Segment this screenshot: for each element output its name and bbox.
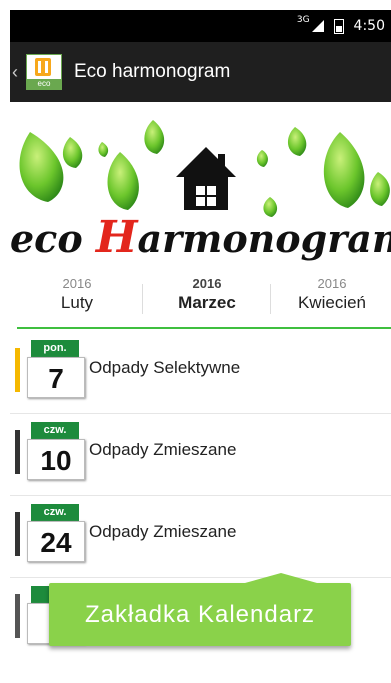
- leaf-shape: [287, 127, 307, 156]
- app-icon-text: eco: [27, 79, 61, 89]
- leaf-shape: [144, 120, 165, 154]
- action-bar: ‹ eco Eco harmonogram: [10, 42, 391, 102]
- tab-month-previous[interactable]: 2016 Luty: [17, 276, 137, 313]
- category-color-bar: [15, 512, 20, 556]
- month-tabs: 2016 Luty 2016 Marzec 2016 Kwiecień: [17, 276, 391, 328]
- tab-underline: [17, 327, 391, 329]
- clock: 4:50: [353, 18, 385, 34]
- category-color-bar: [15, 348, 20, 392]
- battery-icon: [333, 18, 344, 34]
- signal-icon: [311, 20, 324, 32]
- house-icon: [176, 147, 236, 210]
- tooltip-callout: Zakładka Kalendarz: [49, 573, 351, 646]
- list-item[interactable]: czw. 24 Odpady Zmieszane: [10, 495, 391, 578]
- tab-divider: [270, 284, 271, 314]
- leaf-shape: [256, 150, 268, 167]
- tab-month-current[interactable]: 2016 Marzec: [147, 276, 267, 313]
- leaf-shape: [62, 137, 83, 168]
- list-item[interactable]: czw. 10 Odpady Zmieszane: [10, 413, 391, 496]
- tab-month-next[interactable]: 2016 Kwiecień: [272, 276, 391, 313]
- eco-harmonogram-logo: eco Harmonogram: [10, 212, 391, 263]
- leaf-shape: [98, 142, 109, 157]
- list-item[interactable]: pon. 7 Odpady Selektywne: [10, 331, 391, 414]
- event-label: Odpady Zmieszane: [89, 522, 237, 541]
- calendar-date-icon: czw. 24: [27, 504, 85, 562]
- leaf-shape: [107, 152, 139, 210]
- leaf-shape: [323, 132, 365, 208]
- app-logo-icon[interactable]: eco: [26, 54, 62, 90]
- calendar-date-icon: pon. 7: [27, 340, 85, 398]
- outer-margin: [0, 0, 391, 10]
- network-type: 3G: [296, 15, 310, 25]
- status-bar: 3G 4:50: [10, 10, 391, 42]
- app-title: Eco harmonogram: [74, 61, 231, 82]
- event-label: Odpady Selektywne: [89, 358, 241, 377]
- category-color-bar: [15, 594, 20, 638]
- calendar-date-icon: czw. 10: [27, 422, 85, 480]
- back-icon[interactable]: ‹: [12, 62, 26, 83]
- tab-divider: [142, 284, 143, 314]
- header-banner: eco Harmonogram: [10, 102, 391, 272]
- category-color-bar: [15, 430, 20, 474]
- leaf-shape: [370, 172, 390, 206]
- event-label: Odpady Zmieszane: [89, 440, 237, 459]
- leaf-shape: [19, 132, 64, 202]
